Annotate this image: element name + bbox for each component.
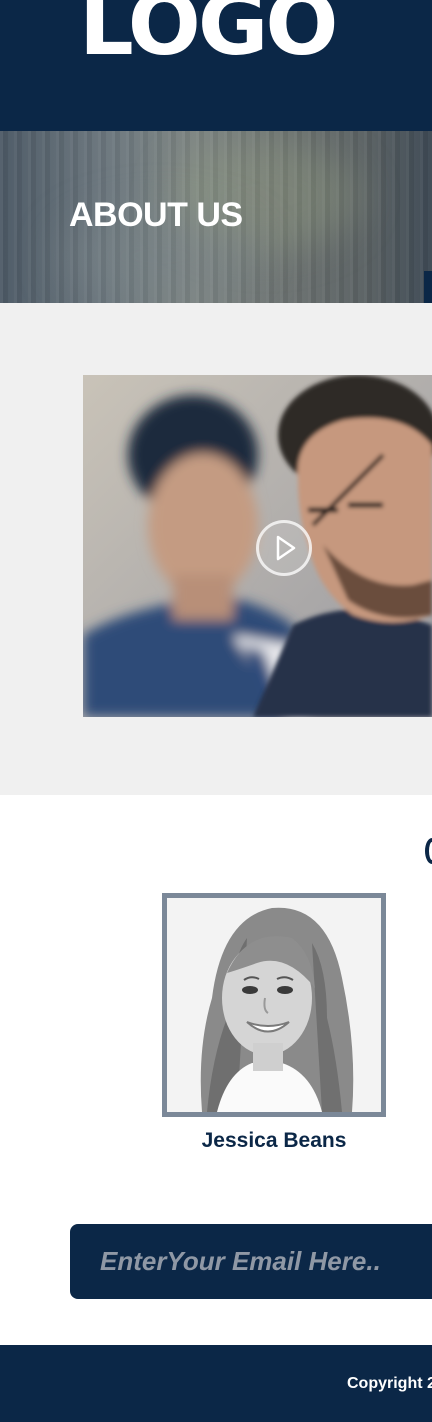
- team-member-name: Jessica Beans: [201, 1129, 347, 1152]
- page-title: ABOUT US: [69, 196, 243, 234]
- logo[interactable]: LOGO: [79, 0, 339, 68]
- team-section: Jessica Beans: [0, 795, 432, 1345]
- woman-portrait-photo: [167, 898, 381, 1112]
- section-heading-fragment: [425, 838, 432, 864]
- copyright-text: Copyright 2: [347, 1375, 432, 1392]
- site-header: LOGO: [0, 0, 432, 131]
- play-button[interactable]: [256, 520, 312, 576]
- email-input[interactable]: [100, 1238, 400, 1284]
- team-member-photo: [162, 893, 386, 1117]
- subscribe-bar: [70, 1224, 432, 1299]
- site-footer: Copyright 2: [0, 1345, 432, 1422]
- video-section: [0, 303, 432, 795]
- page-banner: ABOUT US: [0, 131, 432, 303]
- play-icon: [276, 535, 296, 561]
